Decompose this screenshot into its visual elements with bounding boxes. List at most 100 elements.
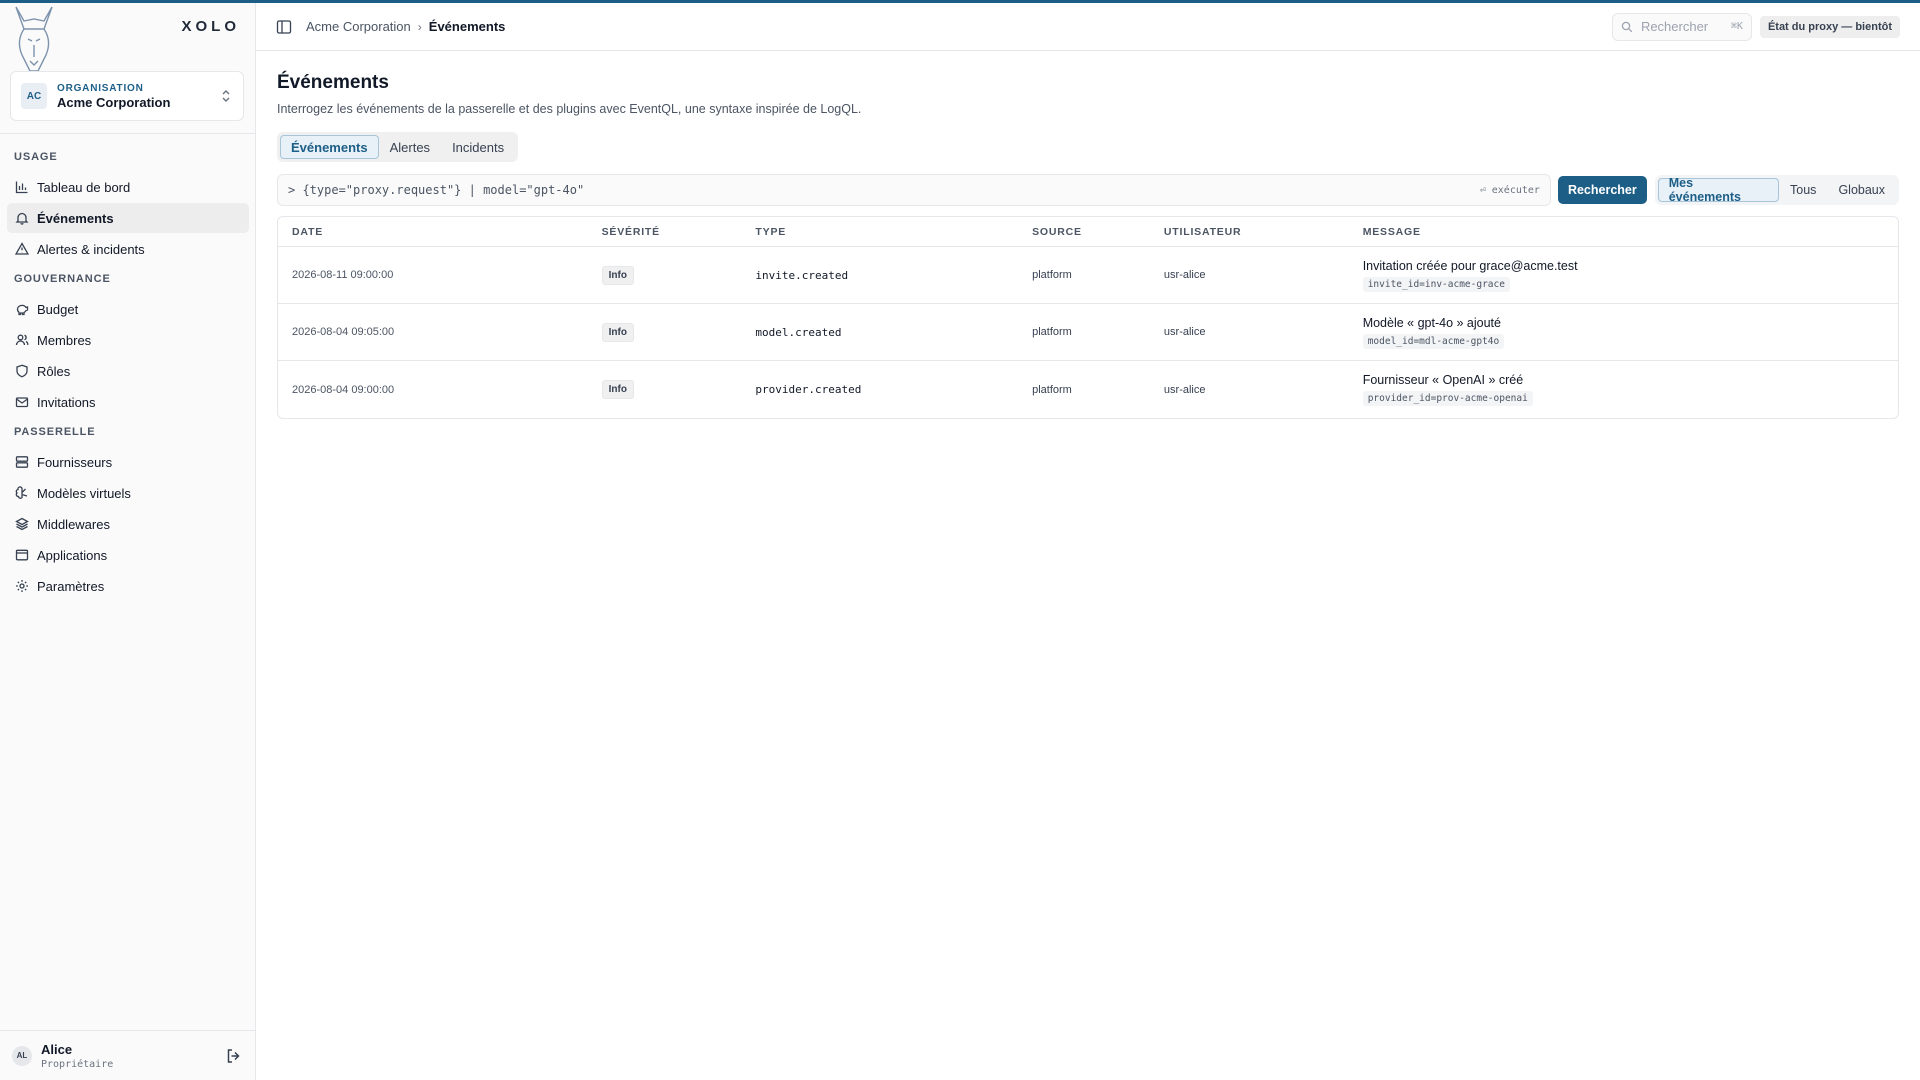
cell-type: provider.created — [755, 383, 862, 396]
brand: XOLO — [0, 3, 256, 72]
cell-date: 2026-08-11 09:00:00 — [292, 269, 394, 281]
sidebar-item-label: Applications — [37, 547, 108, 563]
eventql-query-input[interactable]: > {type="proxy.request"} | model="gpt-4o… — [277, 174, 1551, 206]
query-row: > {type="proxy.request"} | model="gpt-4o… — [277, 174, 1899, 206]
tab-incidents[interactable]: Incidents — [441, 135, 515, 159]
proxy-status-badge: État du proxy — bientôt — [1759, 15, 1900, 38]
search-button[interactable]: Rechercher — [1557, 176, 1647, 204]
sidebar-toggle-icon[interactable] — [276, 19, 292, 35]
search-placeholder: Rechercher — [1640, 19, 1709, 34]
scope-all[interactable]: Tous — [1779, 178, 1827, 202]
column-header-date: DATE — [292, 225, 324, 238]
brand-name: XOLO — [181, 18, 240, 35]
sidebar-item-middlewares[interactable]: Middlewares — [7, 509, 249, 539]
breadcrumb-current: Événements — [428, 19, 506, 34]
run-hint: ⏎ exécuter — [1479, 184, 1540, 196]
tab-events[interactable]: Événements — [280, 135, 379, 159]
table-row[interactable]: 2026-08-11 09:00:00 Info invite.created … — [278, 247, 1898, 304]
sidebar-item-label: Modèles virtuels — [37, 485, 131, 501]
mail-icon — [15, 397, 29, 408]
sidebar-item-budget[interactable]: Budget — [7, 294, 249, 324]
nav-section-gateway: PASSERELLE — [14, 426, 96, 438]
alert-triangle-icon — [15, 242, 29, 255]
scope-my-events[interactable]: Mes événements — [1657, 176, 1780, 204]
page-description: Interrogez les événements de la passerel… — [277, 102, 862, 116]
message-meta: model_id=mdl-acme-gpt4o — [1362, 333, 1505, 349]
sidebar-item-label: Invitations — [37, 394, 96, 410]
user-panel: AL Alice Propriétaire — [0, 1030, 256, 1080]
column-header-message: MESSAGE — [1362, 225, 1421, 238]
sidebar-item-virtual-models[interactable]: Modèles virtuels — [7, 478, 249, 508]
sidebar-item-label: Membres — [37, 332, 92, 348]
app-window-icon — [15, 549, 29, 561]
query-text: > {type="proxy.request"} | model="gpt-4o… — [288, 183, 585, 197]
search-shortcut: ⌘K — [1730, 21, 1743, 32]
column-header-type: TYPE — [755, 225, 787, 238]
global-search-input[interactable]: Rechercher ⌘K — [1611, 12, 1752, 41]
logout-icon[interactable] — [224, 1046, 244, 1066]
cell-message: Modèle « gpt-4o » ajouté — [1362, 315, 1501, 330]
search-icon — [1621, 21, 1633, 32]
sidebar-item-invitations[interactable]: Invitations — [7, 387, 249, 417]
sidebar-item-label: Budget — [37, 301, 79, 317]
cell-date: 2026-08-04 09:00:00 — [292, 383, 395, 396]
dog-head-icon — [15, 6, 53, 72]
sidebar-divider — [0, 133, 256, 134]
cell-type: model.created — [755, 325, 842, 339]
sidebar-item-label: Alertes & incidents — [37, 241, 145, 257]
topbar: Acme Corporation › Événements Rechercher… — [256, 3, 1920, 51]
sidebar-item-members[interactable]: Membres — [7, 325, 249, 355]
shield-icon — [16, 364, 28, 378]
sidebar-item-label: Paramètres — [37, 578, 105, 594]
breadcrumb-org[interactable]: Acme Corporation — [306, 19, 411, 34]
column-header-source: SOURCE — [1032, 225, 1082, 238]
bell-icon — [15, 212, 29, 225]
sidebar-item-applications[interactable]: Applications — [7, 540, 249, 570]
cell-user: usr-alice — [1163, 383, 1206, 396]
table-header: DATE SÉVÉRITÉ TYPE SOURCE UTILISATEUR ME… — [278, 217, 1898, 247]
nav-section-governance: GOUVERNANCE — [14, 273, 111, 285]
scope-toggle: Mes événements Tous Globaux — [1654, 175, 1899, 205]
sidebar-item-roles[interactable]: Rôles — [7, 356, 249, 386]
server-icon — [15, 456, 29, 468]
nav-section-usage: USAGE — [14, 151, 58, 163]
cell-source: platform — [1032, 269, 1072, 281]
org-switcher[interactable]: AC ORGANISATION Acme Corporation — [10, 71, 244, 121]
tabs: Événements Alertes Incidents — [277, 132, 519, 162]
cell-user: usr-alice — [1163, 269, 1206, 281]
chevrons-up-down-icon — [222, 90, 230, 102]
sidebar-item-label: Événements — [37, 210, 114, 226]
user-role: Propriétaire — [41, 1058, 114, 1070]
tab-alerts[interactable]: Alertes — [379, 135, 441, 159]
severity-badge: Info — [601, 265, 634, 285]
sidebar-item-label: Rôles — [37, 363, 71, 379]
user-name: Alice — [41, 1041, 73, 1057]
sidebar-item-label: Fournisseurs — [37, 454, 113, 470]
brain-icon — [15, 486, 28, 499]
cell-type: invite.created — [755, 268, 849, 282]
sidebar-item-dashboard[interactable]: Tableau de bord — [7, 172, 249, 202]
severity-badge: Info — [601, 322, 634, 342]
column-header-user: UTILISATEUR — [1163, 225, 1242, 238]
scope-global[interactable]: Globaux — [1827, 178, 1896, 202]
sidebar: XOLO AC ORGANISATION Acme Corporation US… — [0, 3, 256, 1080]
cell-source: platform — [1032, 326, 1072, 338]
table-row[interactable]: 2026-08-04 09:00:00 Info provider.create… — [278, 361, 1898, 418]
bar-chart-icon — [15, 181, 28, 194]
sidebar-item-alerts[interactable]: Alertes & incidents — [7, 234, 249, 264]
table-row[interactable]: 2026-08-04 09:05:00 Info model.created p… — [278, 304, 1898, 361]
events-table: DATE SÉVÉRITÉ TYPE SOURCE UTILISATEUR ME… — [277, 216, 1899, 419]
page-title: Événements — [277, 72, 389, 93]
layers-icon — [15, 517, 29, 531]
cell-message: Fournisseur « OpenAI » créé — [1362, 373, 1524, 387]
piggy-bank-icon — [16, 304, 29, 316]
sidebar-nav: USAGE Tableau de bord Événements Alertes… — [0, 143, 256, 602]
sidebar-item-events[interactable]: Événements — [7, 203, 249, 233]
cell-message: Invitation créée pour grace@acme.test — [1362, 258, 1578, 273]
sidebar-item-label: Tableau de bord — [37, 179, 131, 195]
users-icon — [15, 334, 29, 346]
sidebar-item-providers[interactable]: Fournisseurs — [7, 447, 249, 477]
org-name: Acme Corporation — [57, 94, 171, 110]
sidebar-item-settings[interactable]: Paramètres — [7, 571, 249, 601]
cell-source: platform — [1032, 383, 1072, 396]
